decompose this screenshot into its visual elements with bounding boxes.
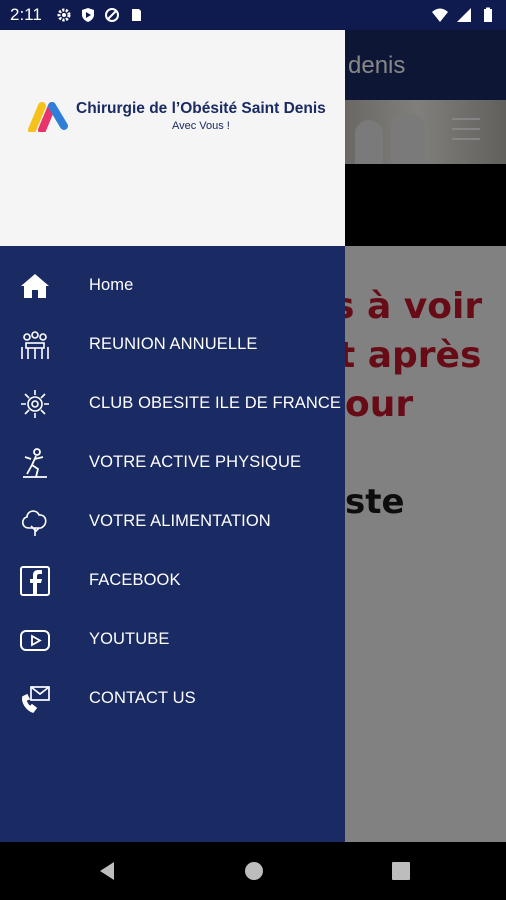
menu-item-youtube[interactable]: YOUTUBE (0, 610, 345, 669)
navigation-drawer: Chirurgie de l’Obésité Saint Denis Avec … (0, 30, 345, 842)
fitness-icon (18, 446, 52, 480)
notification-icons (56, 7, 144, 23)
contact-icon (18, 682, 52, 716)
menu-item-reunion-annuelle[interactable]: REUNION ANNUELLE (0, 315, 345, 374)
status-time: 2:11 (10, 5, 42, 24)
youtube-icon (18, 623, 52, 657)
logo-title: Chirurgie de l’Obésité Saint Denis (76, 100, 326, 117)
wifi-icon (432, 8, 448, 22)
menu-item-contact-us[interactable]: CONTACT US (0, 669, 345, 728)
food-icon (18, 505, 52, 539)
club-icon (18, 387, 52, 421)
settings-icon (57, 8, 71, 22)
status-bar: 2:11 (0, 0, 506, 30)
home-icon (18, 269, 52, 303)
menu-item-label: VOTRE ALIMENTATION (89, 512, 271, 530)
menu-item-label: CONTACT US (89, 689, 196, 707)
logo-subtitle: Avec Vous ! (171, 120, 230, 132)
menu-item-label: FACEBOOK (89, 571, 181, 589)
recents-icon[interactable] (390, 860, 412, 882)
back-icon[interactable] (96, 860, 118, 882)
sd-card-icon (131, 9, 141, 21)
menu-item-label: Home (89, 276, 134, 294)
menu-item-home[interactable]: Home (0, 256, 345, 315)
shield-icon (81, 8, 94, 22)
app-logo: Chirurgie de l’Obésité Saint Denis Avec … (28, 100, 326, 132)
home-button-icon[interactable] (243, 860, 265, 882)
facebook-icon (18, 564, 52, 598)
menu-item-alimentation[interactable]: VOTRE ALIMENTATION (0, 492, 345, 551)
menu-item-club-obesite[interactable]: CLUB OBESITE ILE DE FRANCE (0, 374, 345, 433)
drawer-menu: Home REUNION ANNUELLE CLUB OBESITE ILE D… (0, 246, 345, 728)
menu-item-activite-physique[interactable]: VOTRE ACTIVE PHYSIQUE (0, 433, 345, 492)
drawer-header: Chirurgie de l’Obésité Saint Denis Avec … (0, 30, 345, 246)
menu-item-facebook[interactable]: FACEBOOK (0, 551, 345, 610)
menu-item-label: VOTRE ACTIVE PHYSIQUE (89, 453, 302, 471)
menu-item-label: YOUTUBE (89, 630, 170, 648)
system-nav-bar (0, 842, 506, 900)
menu-item-label: REUNION ANNUELLE (89, 335, 258, 353)
menu-item-label: CLUB OBESITE ILE DE FRANCE (89, 394, 341, 412)
battery-icon (484, 7, 492, 22)
signal-icon (457, 8, 471, 22)
meeting-icon (18, 328, 52, 362)
logo-mark-icon (28, 102, 68, 132)
data-saver-icon (104, 8, 119, 22)
